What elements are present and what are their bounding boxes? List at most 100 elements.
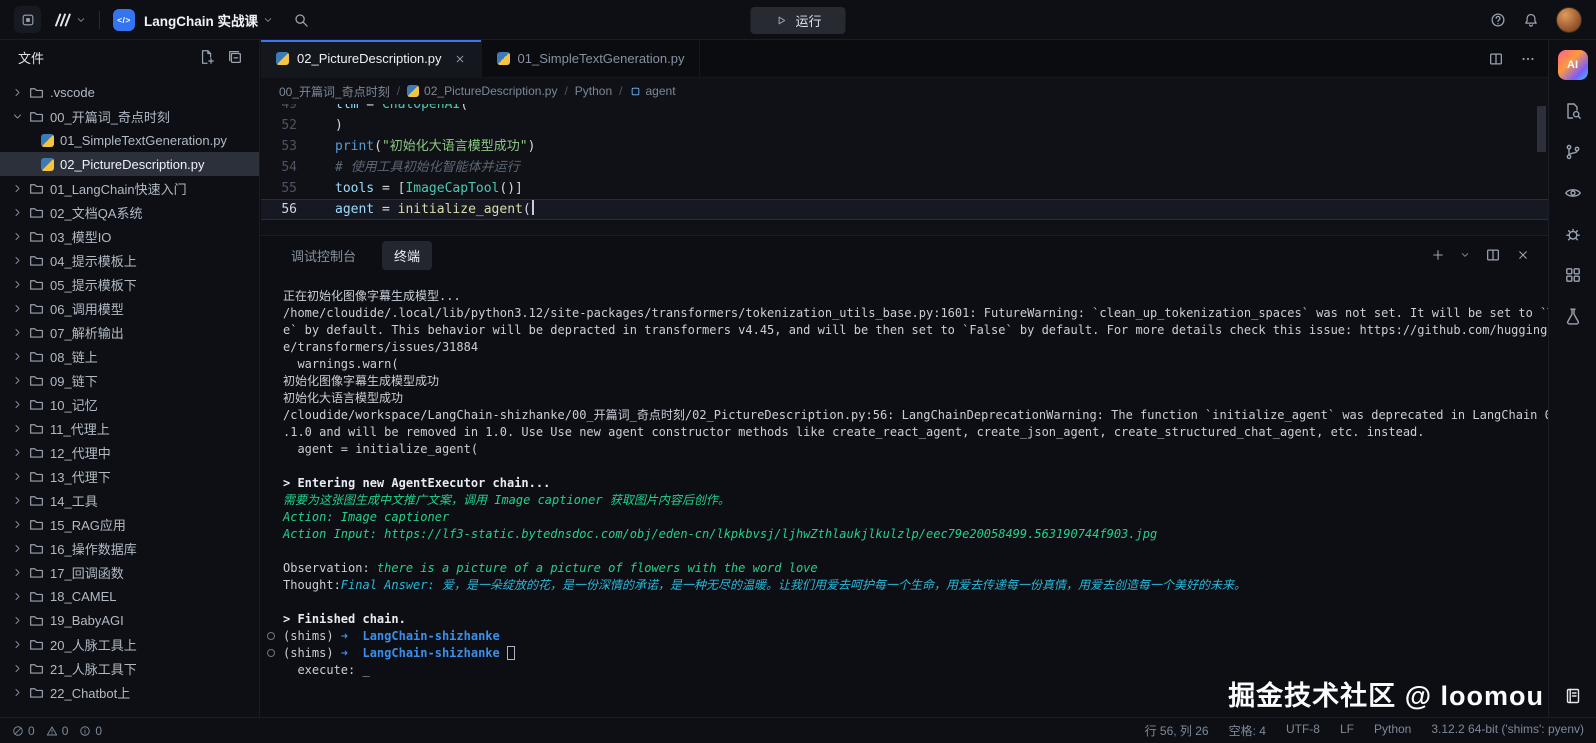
tree-folder-item[interactable]: 10_记忆 xyxy=(0,392,259,416)
breadcrumb-item[interactable]: agent xyxy=(630,84,676,98)
tree-item-label: 22_Chatbot上 xyxy=(50,683,130,702)
project-name[interactable]: LangChain 实战课 xyxy=(144,10,258,30)
tree-folder-item[interactable]: 06_调用模型 xyxy=(0,296,259,320)
folder-icon xyxy=(29,685,44,700)
help-icon[interactable] xyxy=(1490,12,1506,28)
split-editor-icon[interactable] xyxy=(1488,51,1504,67)
tree-folder-item[interactable]: 19_BabyAGI xyxy=(0,608,259,632)
run-label: 运行 xyxy=(795,11,821,30)
tree-folder-item[interactable]: 16_操作数据库 xyxy=(0,536,259,560)
bug-icon[interactable] xyxy=(1564,225,1582,243)
breadcrumb-item[interactable]: 00_开篇词_奇点时刻 xyxy=(279,83,390,100)
tree-folder-item[interactable]: 11_代理上 xyxy=(0,416,259,440)
terminal-picker-chevron-icon[interactable] xyxy=(1460,250,1470,260)
python-file-icon xyxy=(41,134,54,147)
folder-icon xyxy=(29,421,44,436)
problems-info[interactable]: 0 xyxy=(79,724,102,738)
git-branch-icon[interactable] xyxy=(1564,143,1582,161)
close-panel-icon[interactable] xyxy=(1516,248,1530,262)
panel-tab[interactable]: 调试控制台 xyxy=(279,241,368,270)
tree-file-item[interactable]: 01_SimpleTextGeneration.py xyxy=(0,128,259,152)
tree-folder-item[interactable]: 07_解析输出 xyxy=(0,320,259,344)
new-file-icon[interactable] xyxy=(199,49,215,65)
folder-icon xyxy=(29,229,44,244)
folder-chevron-icon xyxy=(12,687,23,698)
line-number: 56 xyxy=(261,199,313,220)
status-item[interactable]: Python xyxy=(1374,722,1411,739)
line-number: 54 xyxy=(261,157,313,178)
project-chevron-icon[interactable] xyxy=(263,15,273,25)
run-button[interactable]: 运行 xyxy=(750,7,845,34)
tree-folder-item[interactable]: 14_工具 xyxy=(0,488,259,512)
status-item[interactable]: LF xyxy=(1340,722,1354,739)
code-text: agent = initialize_agent( xyxy=(313,199,534,220)
folder-chevron-icon xyxy=(12,183,23,194)
search-icon[interactable] xyxy=(293,12,309,28)
explorer-header: 文件 xyxy=(0,40,259,74)
status-item[interactable]: 3.12.2 64-bit ('shims': pyenv) xyxy=(1431,722,1584,739)
terminal-line: 初始化大语言模型成功 xyxy=(261,390,1548,407)
tree-folder-item[interactable]: 04_提示模板上 xyxy=(0,248,259,272)
folder-icon xyxy=(29,469,44,484)
workspace-menu-button[interactable] xyxy=(14,6,41,33)
breadcrumb-item[interactable]: 02_PictureDescription.py xyxy=(407,84,557,98)
tree-item-label: 19_BabyAGI xyxy=(50,613,124,628)
code-line: 53print("初始化大语言模型成功") xyxy=(261,136,1548,157)
tree-folder-item[interactable]: 03_模型IO xyxy=(0,224,259,248)
tree-folder-item[interactable]: 09_链下 xyxy=(0,368,259,392)
tree-folder-item[interactable]: 17_回调函数 xyxy=(0,560,259,584)
status-item[interactable]: 空格: 4 xyxy=(1229,722,1266,739)
status-item[interactable]: UTF-8 xyxy=(1286,722,1320,739)
new-terminal-icon[interactable] xyxy=(1431,248,1445,262)
collapse-folders-icon[interactable] xyxy=(227,49,243,65)
user-avatar[interactable] xyxy=(1556,7,1582,33)
notifications-bell-icon[interactable] xyxy=(1523,12,1539,28)
tree-folder-item[interactable]: .vscode xyxy=(0,80,259,104)
tree-folder-item[interactable]: 12_代理中 xyxy=(0,440,259,464)
folder-icon xyxy=(29,589,44,604)
tree-item-label: 08_链上 xyxy=(50,347,98,366)
problems-warning[interactable]: 0 xyxy=(46,724,69,738)
folder-icon xyxy=(29,397,44,412)
tree-item-label: 04_提示模板上 xyxy=(50,251,137,270)
close-tab-icon[interactable] xyxy=(454,53,466,65)
terminal-line: 需要为这张图生成中文推广文案，调用 Image captioner 获取图片内容… xyxy=(261,492,1548,509)
tree-folder-item[interactable]: 00_开篇词_奇点时刻 xyxy=(0,104,259,128)
editor-tab[interactable]: 01_SimpleTextGeneration.py xyxy=(482,40,701,77)
file-search-icon[interactable] xyxy=(1564,102,1582,120)
tree-file-item[interactable]: 02_PictureDescription.py xyxy=(0,152,259,176)
tree-folder-item[interactable]: 08_链上 xyxy=(0,344,259,368)
panel-tab[interactable]: 终端 xyxy=(382,241,432,270)
grid-icon[interactable] xyxy=(1564,266,1582,284)
tree-folder-item[interactable]: 22_Chatbot上 xyxy=(0,680,259,704)
terminal-output[interactable]: 正在初始化图像字幕生成模型.../home/cloudide/.local/li… xyxy=(261,274,1548,717)
folder-chevron-icon xyxy=(12,447,23,458)
tree-folder-item[interactable]: 18_CAMEL xyxy=(0,584,259,608)
folder-chevron-icon xyxy=(12,231,23,242)
breadcrumb-item[interactable]: Python xyxy=(575,84,612,98)
tree-folder-item[interactable]: 01_LangChain快速入门 xyxy=(0,176,259,200)
status-item[interactable]: 行 56, 列 26 xyxy=(1145,722,1209,739)
error-icon xyxy=(12,725,24,737)
folder-icon xyxy=(29,85,44,100)
notebook-icon[interactable] xyxy=(1564,687,1582,705)
workspace-chevron-icon[interactable] xyxy=(76,15,86,25)
code-editor[interactable]: 49llm = ChatOpenAI(52)53print("初始化大语言模型成… xyxy=(261,104,1548,236)
split-terminal-icon[interactable] xyxy=(1485,247,1501,263)
tree-folder-item[interactable]: 21_人脉工具下 xyxy=(0,656,259,680)
cloud-ide-logo-icon xyxy=(53,11,71,29)
tree-folder-item[interactable]: 15_RAG应用 xyxy=(0,512,259,536)
problems-error[interactable]: 0 xyxy=(12,724,35,738)
editor-scrollbar[interactable] xyxy=(1537,106,1546,152)
tree-folder-item[interactable]: 13_代理下 xyxy=(0,464,259,488)
editor-tab[interactable]: 02_PictureDescription.py xyxy=(261,40,482,77)
tree-folder-item[interactable]: 05_提示模板下 xyxy=(0,272,259,296)
ai-assistant-button[interactable]: AI xyxy=(1558,50,1588,80)
more-actions-icon[interactable] xyxy=(1520,51,1536,67)
flask-icon[interactable] xyxy=(1564,307,1582,325)
tree-folder-item[interactable]: 02_文档QA系统 xyxy=(0,200,259,224)
tree-item-label: 01_SimpleTextGeneration.py xyxy=(60,133,227,148)
tree-folder-item[interactable]: 20_人脉工具上 xyxy=(0,632,259,656)
folder-chevron-icon xyxy=(12,207,23,218)
eye-icon[interactable] xyxy=(1564,184,1582,202)
